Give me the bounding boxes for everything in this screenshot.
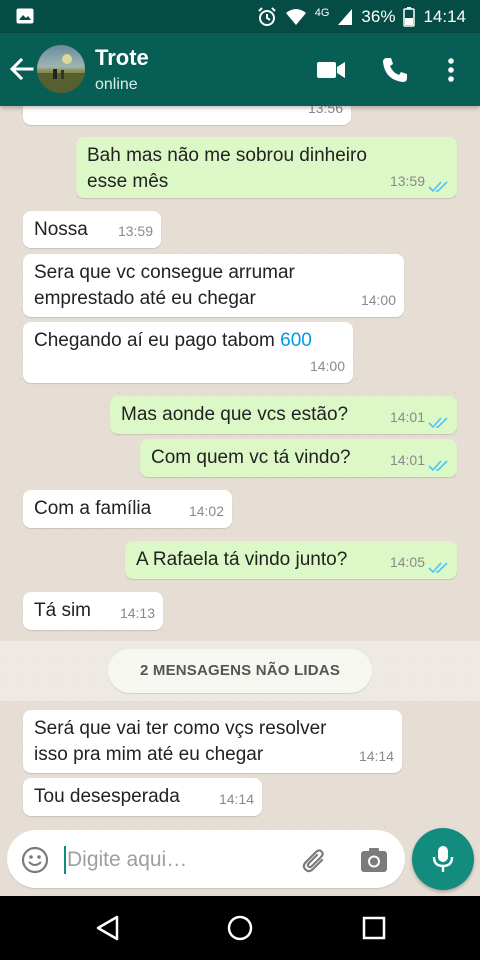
system-navigation-bar (0, 896, 480, 960)
message-outgoing[interactable]: Com quem vc tá vindo? 14:01 (140, 439, 457, 477)
back-arrow-icon[interactable] (8, 55, 36, 83)
message-text: Sera que vc consegue arrumar emprestado … (34, 262, 295, 309)
unread-messages-badge: 2 MENSAGENS NÃO LIDAS (108, 649, 372, 693)
message-incoming[interactable]: Tá sim 14:13 (23, 592, 163, 630)
read-ticks-icon (428, 460, 448, 472)
message-input-placeholder: Digite aqui… (67, 848, 188, 871)
signal-icon (338, 8, 353, 25)
voice-record-button[interactable] (412, 828, 474, 890)
message-time: 14:13 (119, 605, 155, 621)
message-text: Chegando aí eu pago tabom 600 (34, 330, 312, 351)
contact-name[interactable]: Trote (95, 45, 149, 71)
message-text: Com quem vc tá vindo? (151, 447, 351, 468)
phone-icon[interactable] (380, 55, 410, 85)
message-text: Nossa (34, 219, 88, 240)
message-incoming[interactable]: Será que vai ter como vçs resolver isso … (23, 710, 402, 773)
message-outgoing[interactable]: Bah mas não me sobrou dinheiro esse mês … (76, 137, 457, 198)
attach-clip-icon[interactable] (300, 846, 330, 876)
read-ticks-icon (428, 181, 448, 193)
message-time: 14:02 (188, 503, 224, 519)
message-text: Com a família (34, 498, 152, 519)
read-ticks-icon (428, 417, 448, 429)
message-input[interactable]: Digite aqui… (7, 830, 405, 888)
message-time: 13:59 (117, 223, 153, 239)
nav-back-icon[interactable] (94, 914, 122, 942)
message-time: 13:56 (307, 106, 343, 116)
alarm-icon (258, 6, 276, 26)
message-incoming[interactable]: Com a família 14:02 (23, 490, 232, 528)
text-cursor (64, 846, 66, 874)
emoji-icon[interactable] (21, 846, 49, 874)
video-call-icon[interactable] (316, 55, 346, 85)
message-time: 14:05 (389, 554, 425, 570)
message-text: Tou desesperada (34, 786, 180, 807)
wifi-icon (285, 8, 306, 25)
message-time: 13:59 (389, 173, 425, 189)
message-outgoing[interactable]: A Rafaela tá vindo junto? 14:05 (125, 541, 457, 579)
chat-header: Trote online (0, 33, 480, 106)
message-time: 14:00 (309, 358, 345, 374)
message-text: Será que vai ter como vçs resolver isso … (34, 718, 327, 765)
gallery-notification-icon (16, 8, 34, 24)
composer-bar: Digite aqui… (0, 828, 480, 896)
contact-avatar[interactable] (37, 45, 85, 93)
contact-status: online (95, 76, 138, 93)
battery-percent: 36% (361, 6, 396, 26)
nav-home-icon[interactable] (226, 914, 254, 942)
message-list[interactable]: 13:56 Bah mas não me sobrou dinheiro ess… (0, 106, 480, 828)
message-incoming[interactable]: Sera que vc consegue arrumar emprestado … (23, 254, 404, 317)
message-outgoing[interactable]: Mas aonde que vcs estão? 14:01 (110, 396, 457, 434)
camera-icon[interactable] (359, 846, 389, 874)
message-incoming[interactable]: 13:56 (23, 106, 351, 125)
unread-divider: 2 MENSAGENS NÃO LIDAS (0, 641, 480, 701)
message-text: Tá sim (34, 600, 91, 621)
message-time: 14:00 (360, 292, 396, 308)
phone-number-link[interactable]: 600 (280, 330, 312, 351)
message-time: 14:01 (389, 452, 425, 468)
message-incoming[interactable]: Tou desesperada 14:14 (23, 778, 262, 816)
battery-icon (403, 6, 416, 27)
message-text: A Rafaela tá vindo junto? (136, 549, 348, 570)
message-incoming[interactable]: Nossa 13:59 (23, 211, 161, 248)
message-time: 14:14 (218, 791, 254, 807)
avatar-image (37, 54, 85, 93)
read-ticks-icon (428, 562, 448, 574)
nav-recents-icon[interactable] (360, 914, 388, 942)
message-text: Mas aonde que vcs estão? (121, 404, 349, 425)
message-time: 14:14 (358, 748, 394, 764)
message-incoming[interactable]: Chegando aí eu pago tabom 600 14:00 (23, 322, 353, 383)
message-text: Bah mas não me sobrou dinheiro esse mês (87, 145, 367, 192)
network-type: 4G (314, 6, 330, 19)
more-vert-icon[interactable] (436, 55, 466, 85)
message-time: 14:01 (389, 409, 425, 425)
microphone-icon (432, 846, 454, 872)
clock: 14:14 (423, 6, 466, 26)
status-bar: 4G 36% 14:14 (0, 0, 480, 33)
